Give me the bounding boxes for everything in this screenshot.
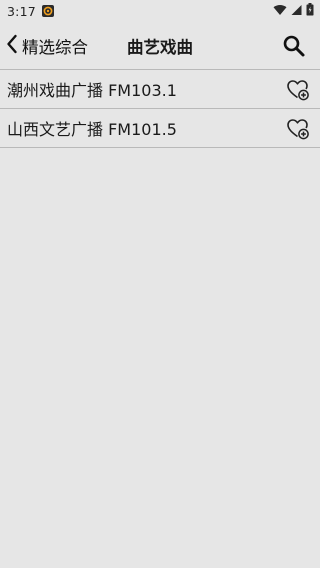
- app-notification-icon: [41, 5, 54, 17]
- cellular-signal-icon: [291, 4, 302, 19]
- wifi-icon: [273, 4, 287, 19]
- station-label: 山西文艺广播 FM101.5: [7, 120, 177, 139]
- favorite-add-icon[interactable]: [286, 78, 310, 102]
- station-item[interactable]: 山西文艺广播 FM101.5: [0, 109, 320, 148]
- station-item[interactable]: 潮州戏曲广播 FM103.1: [0, 70, 320, 109]
- back-label: 精选综合: [22, 37, 88, 57]
- nav-bar: 精选综合 曲艺戏曲: [0, 22, 320, 70]
- favorite-add-icon[interactable]: [286, 117, 310, 141]
- chevron-left-icon: [6, 34, 22, 58]
- back-button[interactable]: 精选综合: [0, 22, 88, 69]
- status-bar: 3:17: [0, 0, 320, 22]
- status-time: 3:17: [7, 3, 36, 19]
- battery-icon: [306, 3, 314, 19]
- station-label: 潮州戏曲广播 FM103.1: [7, 81, 177, 100]
- search-icon: [282, 35, 306, 62]
- search-button[interactable]: [282, 34, 306, 58]
- station-list: 潮州戏曲广播 FM103.1 山西文艺广播 FM101.5: [0, 70, 320, 148]
